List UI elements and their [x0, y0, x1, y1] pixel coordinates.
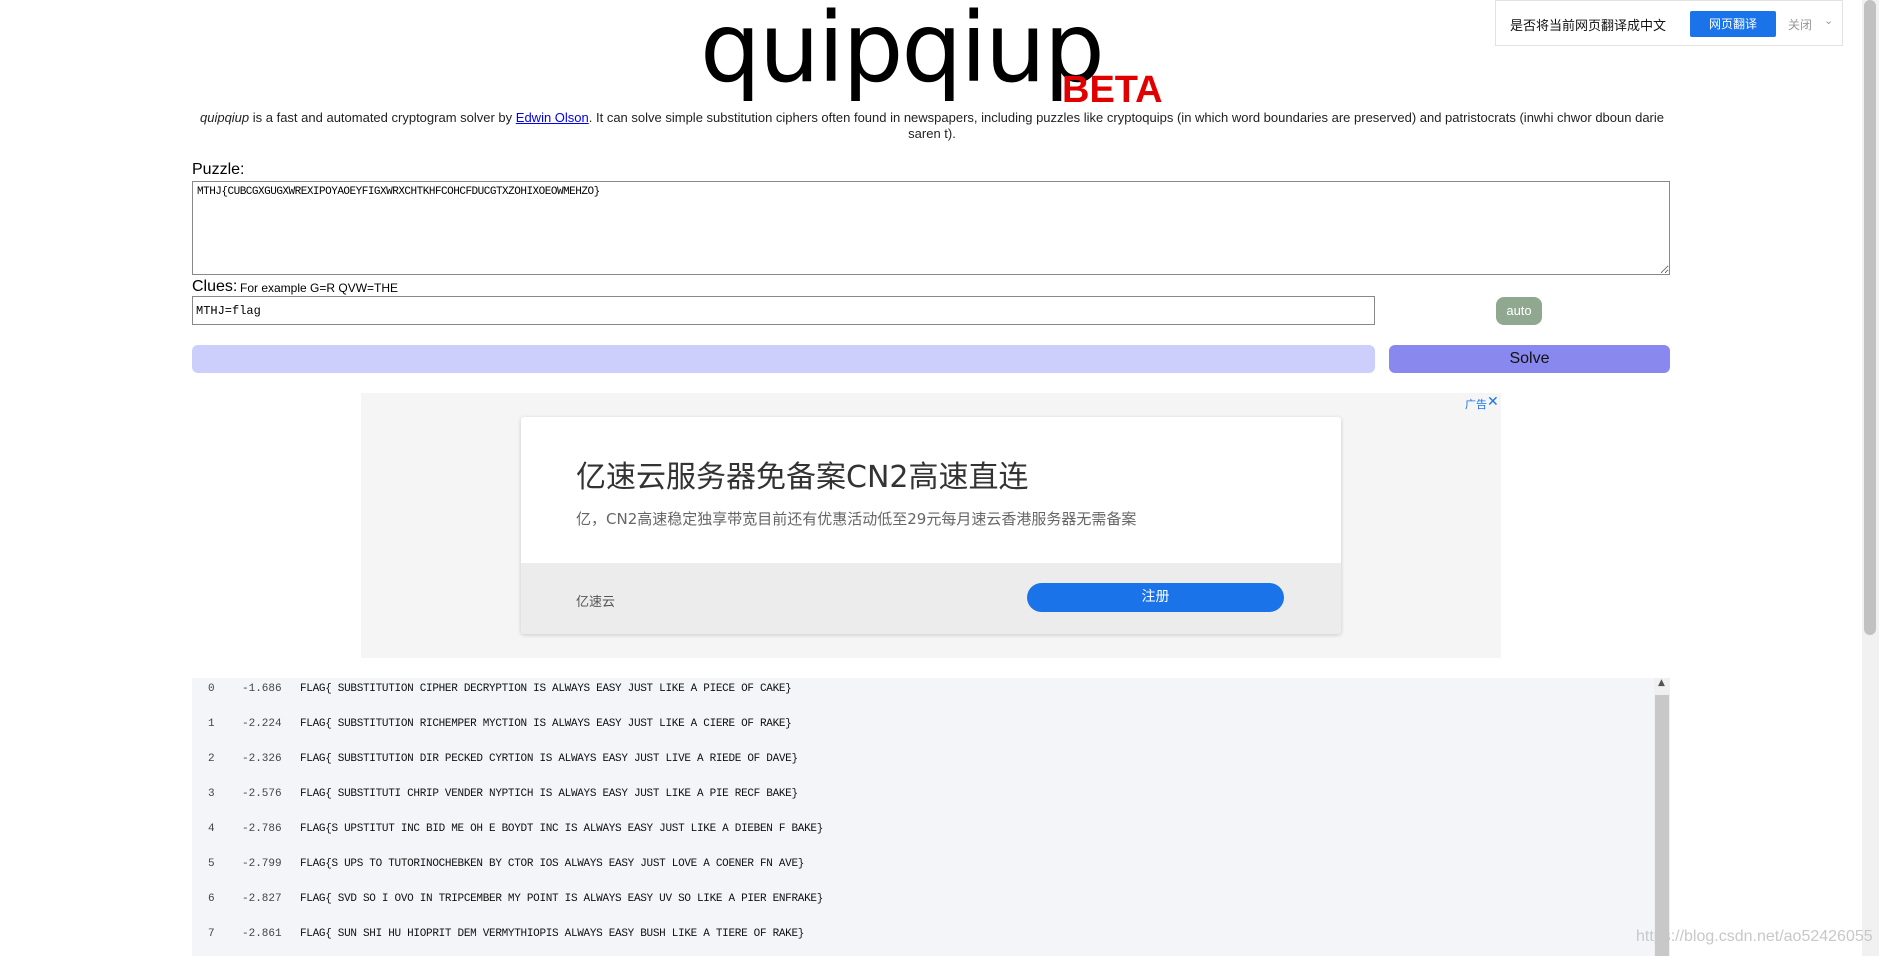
result-score: -2.786 [242, 823, 282, 835]
ad-card[interactable]: 亿速云服务器免备案CN2高速直连 亿，CN2高速稳定独享带宽目前还有优惠活动低至… [521, 417, 1341, 634]
result-score: -2.576 [242, 788, 282, 800]
page-scrollbar-thumb[interactable] [1864, 0, 1876, 635]
close-icon[interactable]: ✕ [1487, 394, 1499, 410]
translate-prompt: 是否将当前网页翻译成中文 [1510, 19, 1667, 34]
description-part2: . It can solve simple substitution ciphe… [588, 110, 1664, 141]
ad-register-button[interactable]: 注册 [1027, 583, 1284, 612]
result-text: FLAG{ SUBSTITUTION RICHEMPER MYCTION IS … [300, 718, 792, 730]
scroll-up-icon[interactable]: ▲ [1658, 678, 1665, 688]
result-score: -2.861 [242, 928, 282, 940]
result-text: FLAG{ SUN SHI HU HIOPRIT DEM VERMYTHIOPI… [300, 928, 805, 940]
result-rank: 3 [208, 788, 215, 800]
result-row[interactable]: 0 -1.686 FLAG{ SUBSTITUTION CIPHER DECRY… [192, 678, 1654, 713]
result-row[interactable]: 4 -2.786 FLAG{S UPSTITUT INC BID ME OH E… [192, 818, 1654, 853]
result-row[interactable]: 2 -2.326 FLAG{ SUBSTITUTION DIR PECKED C… [192, 748, 1654, 783]
result-text: FLAG{ SUBSTITUTION DIR PECKED CYRTION IS… [300, 753, 798, 765]
result-rank: 2 [208, 753, 215, 765]
results-scrollbar-thumb[interactable] [1655, 695, 1669, 956]
author-link[interactable]: Edwin Olson [516, 110, 589, 125]
ad-badge[interactable]: 广告 [1465, 396, 1487, 412]
watermark: https://blog.csdn.net/ao52426055 [1636, 928, 1873, 945]
ad-footer: 亿速云 注册 [521, 563, 1341, 634]
puzzle-label: Puzzle: [192, 161, 245, 178]
result-rank: 7 [208, 928, 215, 940]
auto-button[interactable]: auto [1496, 297, 1542, 325]
result-text: FLAG{ SUBSTITUTION CIPHER DECRYPTION IS … [300, 683, 792, 695]
translate-bar: 是否将当前网页翻译成中文 网页翻译 关闭 ⌄ [1495, 0, 1843, 46]
result-score: -2.326 [242, 753, 282, 765]
result-row[interactable]: 5 -2.799 FLAG{S UPS TO TUTORINOCHEBKEN B… [192, 853, 1654, 888]
result-row[interactable]: 6 -2.827 FLAG{ SVD SO I OVO IN TRIPCEMBE… [192, 888, 1654, 923]
result-rank: 0 [208, 683, 215, 695]
result-rank: 1 [208, 718, 215, 730]
description-part1: is a fast and automated cryptogram solve… [249, 110, 516, 125]
beta-badge: BETA [1062, 69, 1163, 111]
app-name: quipqiup [199, 110, 250, 125]
translate-close-button[interactable]: 关闭 [1788, 16, 1812, 33]
result-score: -2.224 [242, 718, 282, 730]
result-score: -2.827 [242, 893, 282, 905]
result-row[interactable]: 1 -2.224 FLAG{ SUBSTITUTION RICHEMPER MY… [192, 713, 1654, 748]
result-row[interactable]: 7 -2.861 FLAG{ SUN SHI HU HIOPRIT DEM VE… [192, 923, 1654, 956]
result-score: -1.686 [242, 683, 282, 695]
translate-button[interactable]: 网页翻译 [1690, 11, 1776, 37]
ad-subtitle: 亿，CN2高速稳定独享带宽目前还有优惠活动低至29元每月速云香港服务器无需备案 [576, 510, 1137, 528]
result-row[interactable]: 3 -2.576 FLAG{ SUBSTITUTI CHRIP VENDER N… [192, 783, 1654, 818]
result-rank: 5 [208, 858, 215, 870]
result-text: FLAG{S UPSTITUT INC BID ME OH E BOYDT IN… [300, 823, 823, 835]
result-text: FLAG{S UPS TO TUTORINOCHEBKEN BY CTOR IO… [300, 858, 805, 870]
solve-button[interactable]: Solve [1389, 345, 1670, 373]
result-rank: 6 [208, 893, 215, 905]
result-rank: 4 [208, 823, 215, 835]
ad-brand: 亿速云 [576, 595, 616, 610]
clues-input[interactable] [192, 296, 1375, 325]
chevron-down-icon[interactable]: ⌄ [1824, 14, 1833, 27]
puzzle-input[interactable]: MTHJ{CUBCGXGUGXWREXIPOYAOEYFIGXWRXCHTKHF… [192, 181, 1670, 275]
description: quipqiup is a fast and automated cryptog… [192, 110, 1672, 142]
ad-title[interactable]: 亿速云服务器免备案CN2高速直连 [576, 452, 1028, 496]
quipqiup-logo: quipqiup [700, 0, 1105, 104]
results-list[interactable]: 0 -1.686 FLAG{ SUBSTITUTION CIPHER DECRY… [192, 678, 1670, 956]
result-text: FLAG{ SVD SO I OVO IN TRIPCEMBER MY POIN… [300, 893, 823, 905]
progress-bar [192, 345, 1375, 373]
clues-example: For example G=R QVW=THE [240, 281, 399, 295]
result-text: FLAG{ SUBSTITUTI CHRIP VENDER NYPTICH IS… [300, 788, 798, 800]
clues-label: Clues: [192, 278, 238, 295]
result-score: -2.799 [242, 858, 282, 870]
